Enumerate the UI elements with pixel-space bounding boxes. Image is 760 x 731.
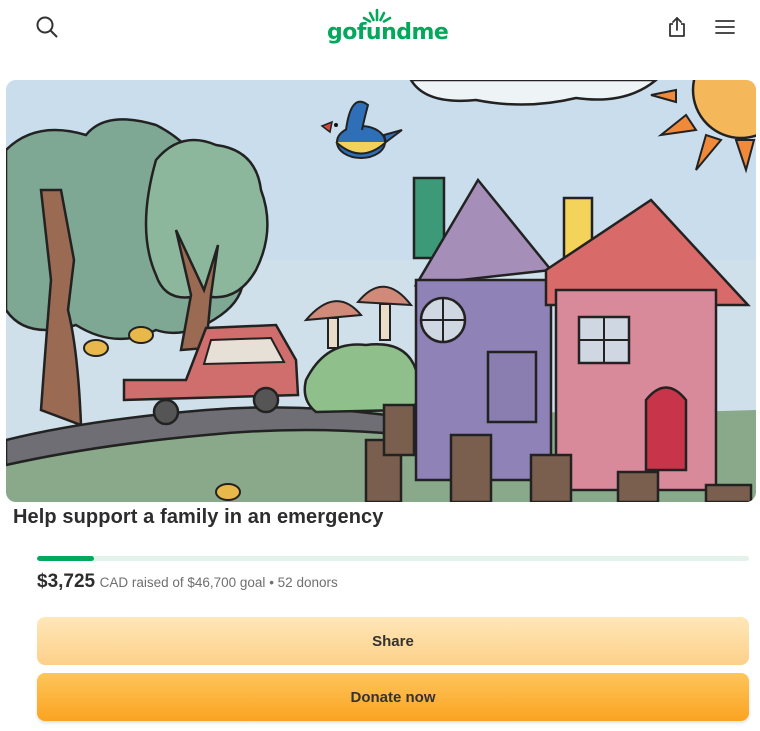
- search-icon: [36, 16, 58, 38]
- fundraising-stats: $3,725 CAD raised of $46,700 goal • 52 d…: [37, 571, 338, 593]
- raised-detail: CAD raised of $46,700 goal: [99, 575, 266, 590]
- share-button[interactable]: Share: [37, 617, 749, 665]
- donor-count: 52 donors: [277, 575, 338, 590]
- share-icon: [669, 17, 685, 37]
- share-header-button[interactable]: [662, 12, 692, 42]
- gofundme-logo[interactable]: gofundme: [327, 8, 449, 48]
- fundraising-progress-bar: [37, 556, 749, 561]
- childs-drawing-illustration: [6, 80, 756, 502]
- search-button[interactable]: [32, 12, 62, 42]
- progress-fill: [37, 556, 94, 561]
- menu-button[interactable]: [710, 12, 740, 42]
- logo-wordmark: gofundme: [327, 20, 449, 45]
- stat-separator: •: [265, 575, 278, 590]
- top-navigation-bar: gofundme: [0, 0, 760, 56]
- campaign-hero-image: [6, 80, 756, 502]
- raised-amount: $3,725: [37, 571, 96, 592]
- donate-now-button[interactable]: Donate now: [37, 673, 749, 721]
- campaign-title: Help support a family in an emergency: [13, 506, 384, 528]
- menu-icon: [715, 20, 735, 34]
